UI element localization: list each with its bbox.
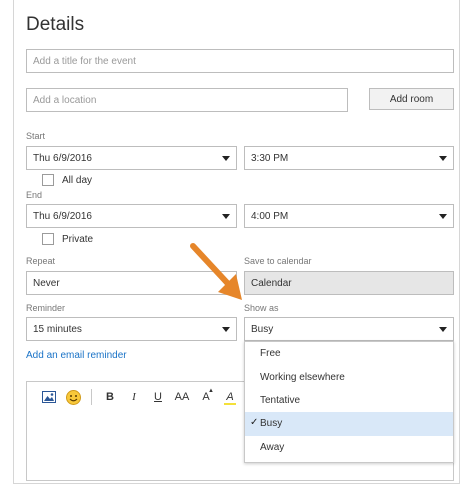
private-checkbox[interactable] — [42, 233, 54, 245]
end-time-value: 4:00 PM — [251, 210, 289, 222]
show-as-option-free[interactable]: Free — [245, 342, 453, 365]
show-as-option-tentative[interactable]: Tentative — [245, 389, 453, 412]
save-to-calendar-label: Save to calendar — [244, 256, 312, 266]
insert-picture-icon[interactable] — [37, 386, 61, 408]
reminder-value: 15 minutes — [33, 323, 82, 335]
save-to-calendar-select[interactable]: Calendar — [244, 271, 454, 295]
option-label: Tentative — [260, 394, 301, 406]
save-to-calendar-value: Calendar — [251, 277, 292, 289]
start-date-value: Thu 6/9/2016 — [33, 152, 92, 164]
repeat-label: Repeat — [26, 256, 56, 266]
arrow-up-icon: ▲ — [208, 388, 214, 394]
location-input[interactable]: Add a location — [26, 88, 348, 112]
reminder-label: Reminder — [26, 303, 66, 313]
highlight-label: A — [226, 391, 234, 403]
show-as-option-busy[interactable]: ✓ Busy — [245, 412, 453, 436]
toolbar-divider — [91, 389, 92, 405]
private-label: Private — [62, 234, 94, 245]
show-as-option-away[interactable]: Away — [245, 436, 453, 459]
add-room-button[interactable]: Add room — [369, 88, 454, 110]
show-as-value: Busy — [251, 323, 274, 335]
option-label: Free — [260, 348, 281, 360]
start-date-select[interactable]: Thu 6/9/2016 — [26, 146, 237, 170]
start-time-value: 3:30 PM — [251, 152, 289, 164]
event-title-input[interactable]: Add a title for the event — [26, 49, 454, 73]
show-as-select[interactable]: Busy — [244, 317, 454, 341]
checkmark-icon: ✓ — [250, 417, 259, 429]
reminder-select[interactable]: 15 minutes — [26, 317, 237, 341]
annotation-arrow-icon — [190, 243, 242, 300]
end-label: End — [26, 190, 43, 200]
chevron-down-icon — [222, 213, 230, 219]
end-date-value: Thu 6/9/2016 — [33, 210, 92, 222]
option-label: Away — [260, 441, 285, 453]
underline-button[interactable]: U — [146, 386, 170, 408]
all-day-checkbox[interactable] — [42, 174, 54, 186]
show-as-option-working-elsewhere[interactable]: Working elsewhere — [245, 365, 453, 388]
chevron-down-icon — [222, 326, 230, 332]
chevron-down-icon — [439, 213, 447, 219]
start-label: Start — [26, 131, 46, 141]
chevron-down-icon — [439, 326, 447, 332]
end-time-select[interactable]: 4:00 PM — [244, 204, 454, 228]
font-size-button[interactable]: AA — [170, 386, 194, 408]
highlight-color-icon — [224, 403, 236, 405]
end-date-select[interactable]: Thu 6/9/2016 — [26, 204, 237, 228]
highlight-button[interactable]: A — [218, 386, 242, 408]
bold-button[interactable]: B — [98, 386, 122, 408]
chevron-down-icon — [222, 155, 230, 161]
show-as-dropdown: Free Working elsewhere Tentative ✓ Busy … — [244, 341, 454, 463]
all-day-label: All day — [62, 175, 93, 186]
option-label: Busy — [260, 418, 283, 430]
emoji-icon[interactable] — [61, 386, 85, 408]
option-label: Working elsewhere — [260, 371, 345, 383]
page-title: Details — [26, 14, 85, 35]
add-email-reminder-link[interactable]: Add an email reminder — [26, 350, 127, 361]
repeat-value: Never — [33, 277, 60, 289]
italic-button[interactable]: I — [122, 386, 146, 408]
chevron-down-icon — [439, 155, 447, 161]
start-time-select[interactable]: 3:30 PM — [244, 146, 454, 170]
increase-font-button[interactable]: A ▲ — [194, 386, 218, 408]
